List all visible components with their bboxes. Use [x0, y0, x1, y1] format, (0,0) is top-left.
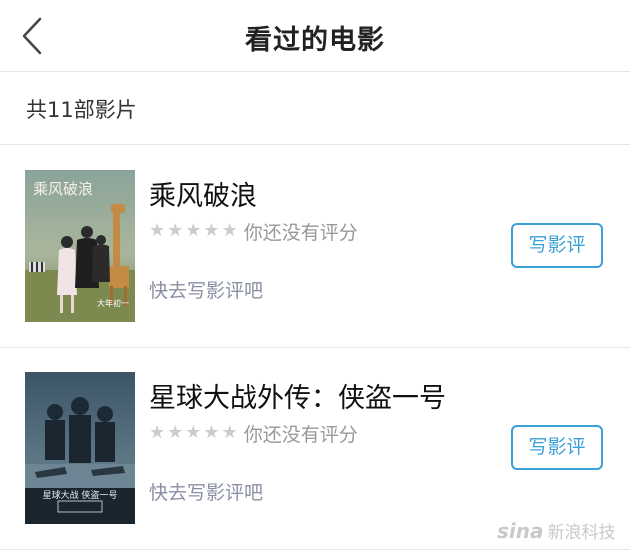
write-review-button[interactable]: 写影评 [511, 223, 603, 268]
poster-tag-text: 大年初一 [97, 298, 129, 308]
poster-image: 乘风破浪 大年初一 [25, 170, 135, 322]
poster-title-text: 星球大战 侠盗一号 [43, 489, 118, 501]
star-icon[interactable]: ★ [185, 424, 201, 442]
movie-poster[interactable]: 乘风破浪 大年初一 [25, 170, 135, 322]
star-icon[interactable]: ★ [222, 222, 238, 240]
movie-title[interactable]: 星球大战外传：侠盗一号 [149, 376, 446, 415]
star-icon[interactable]: ★ [203, 222, 219, 240]
nav-header: 看过的电影 [0, 0, 630, 72]
star-icon[interactable]: ★ [222, 424, 238, 442]
star-icon[interactable]: ★ [149, 222, 165, 240]
page-title: 看过的电影 [245, 25, 385, 56]
star-icon[interactable]: ★ [167, 222, 183, 240]
star-icon[interactable]: ★ [203, 424, 219, 442]
star-icon[interactable]: ★ [185, 222, 201, 240]
star-rating[interactable]: ★ ★ ★ ★ ★ [149, 424, 238, 442]
rating-row[interactable]: ★ ★ ★ ★ ★ 你还没有评分 [149, 218, 358, 244]
star-rating[interactable]: ★ ★ ★ ★ ★ [149, 222, 238, 240]
star-icon[interactable]: ★ [167, 424, 183, 442]
star-icon[interactable]: ★ [149, 424, 165, 442]
write-review-link[interactable]: 快去写影评吧 [149, 478, 263, 505]
rating-row[interactable]: ★ ★ ★ ★ ★ 你还没有评分 [149, 420, 358, 446]
watermark-text: 新浪科技 [547, 523, 616, 543]
movie-poster[interactable]: 星球大战 侠盗一号 [25, 372, 135, 524]
movie-count-bar: 共11部影片 [0, 72, 630, 145]
watermark: sina 新浪科技 [497, 518, 616, 544]
movie-item[interactable]: 乘风破浪 大年初一 乘风破浪 ★ ★ ★ ★ ★ 你还没有评分 快去写影评吧 写… [0, 146, 630, 348]
poster-title-text: 乘风破浪 [33, 180, 93, 198]
movie-count: 共11部影片 [26, 98, 137, 122]
rating-text: 你还没有评分 [243, 423, 358, 446]
rating-text: 你还没有评分 [243, 221, 358, 244]
movie-title[interactable]: 乘风破浪 [149, 174, 257, 213]
poster-image: 星球大战 侠盗一号 [25, 372, 135, 524]
write-review-link[interactable]: 快去写影评吧 [149, 276, 263, 303]
write-review-button[interactable]: 写影评 [511, 425, 603, 470]
sina-logo: sina [497, 518, 544, 543]
